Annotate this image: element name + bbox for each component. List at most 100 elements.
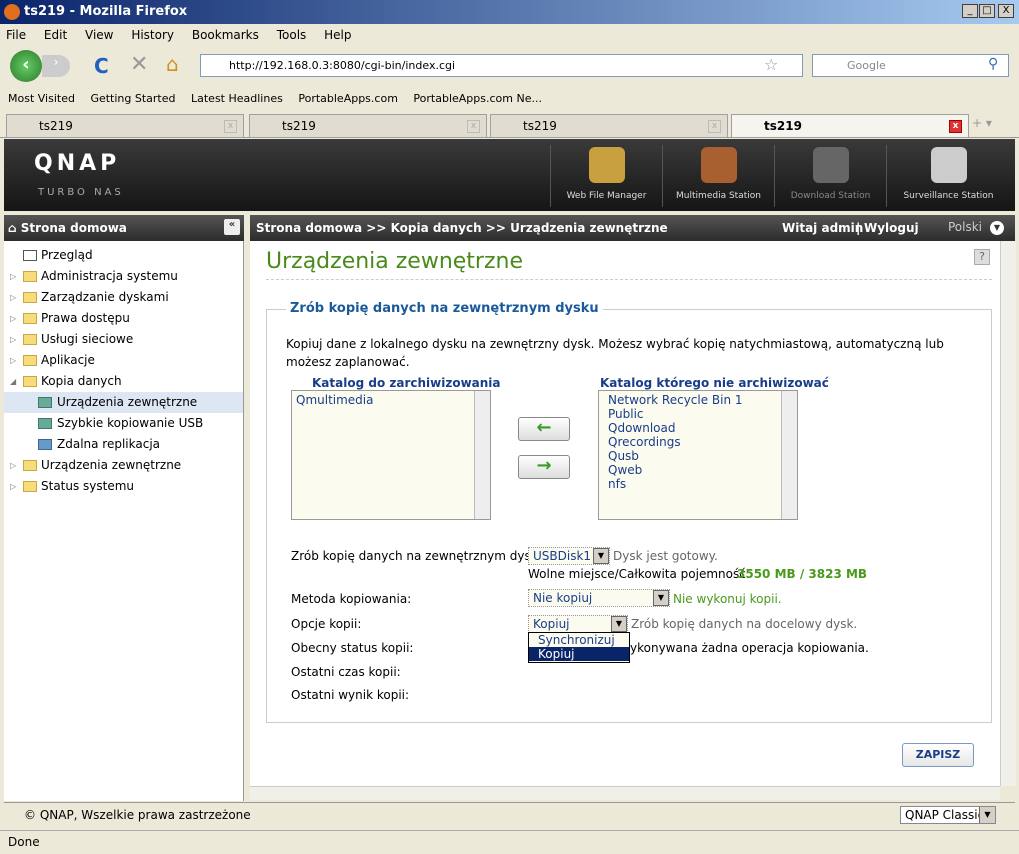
scrollbar[interactable] [781,391,797,519]
list-item[interactable]: nfs [608,477,793,491]
list-item[interactable]: Qmultimedia [296,393,486,407]
sidebar-item-kopia[interactable]: ◢ Kopia danych [4,371,243,392]
search-input[interactable]: Google [812,54,1009,77]
vertical-scrollbar[interactable] [1000,241,1016,786]
sidebar-item-aplikacje[interactable]: ▷ Aplikacje [4,350,243,371]
sidebar-item-uslugi[interactable]: ▷ Usługi sieciowe [4,329,243,350]
close-tab-icon[interactable]: x [949,120,962,133]
bookmark-portableapps-news[interactable]: PortableApps.com Ne... [413,92,542,105]
sidebar-item-dyski[interactable]: ▷ Zarządzanie dyskami [4,287,243,308]
camera-icon [930,147,967,183]
dropdown-arrow-icon[interactable]: ▼ [611,616,627,632]
expand-icon[interactable]: ▷ [10,476,16,497]
menu-tools[interactable]: Tools [277,28,307,42]
qnap-header: QNAP TURBO NAS Web File Manager Multimed… [4,139,1015,211]
expand-icon[interactable]: ▷ [10,308,16,329]
expand-icon[interactable]: ▷ [10,350,16,371]
language-select[interactable]: Polski [948,220,982,234]
sidebar-item-status[interactable]: ▷ Status systemu [4,476,243,497]
reload-icon[interactable]: C [94,54,109,78]
list-item[interactable]: Qrecordings [608,435,793,449]
dropdown-arrow-icon[interactable]: ▼ [653,590,669,606]
list-item[interactable]: Qusb [608,449,793,463]
move-right-button[interactable]: → [518,455,570,479]
bookmark-getting-started[interactable]: Getting Started [90,92,175,105]
expand-icon[interactable]: ▷ [10,287,16,308]
dropdown-arrow-icon[interactable]: ▼ [979,807,995,823]
move-left-button[interactable]: ← [518,417,570,441]
tab[interactable]: ts219 x [490,114,728,138]
list-item[interactable]: Public [608,407,793,421]
menu-file[interactable]: File [6,28,26,42]
multimedia-station-button[interactable]: Multimedia Station [662,145,774,207]
list-item[interactable]: Qdownload [608,421,793,435]
save-button[interactable]: ZAPISZ [902,743,974,767]
tab[interactable]: ts219 x [6,114,244,138]
web-file-manager-button[interactable]: Web File Manager [550,145,662,207]
menu-history[interactable]: History [131,28,174,42]
surveillance-station-button[interactable]: Surveillance Station [886,145,1010,207]
theme-select[interactable]: QNAP Classic ▼ [900,806,996,824]
sidebar-item-przeglad[interactable]: Przegląd [4,245,243,266]
home-icon[interactable]: ⌂ [166,52,179,76]
bookmark-portableapps[interactable]: PortableApps.com [298,92,398,105]
sidebar-item-urzadzenia-zewnetrzne[interactable]: Urządzenia zewnętrzne [4,392,243,413]
expand-icon[interactable]: ▷ [10,455,16,476]
menu-edit[interactable]: Edit [44,28,67,42]
collapse-icon[interactable]: ◢ [10,371,16,392]
sidebar-item-label: Prawa dostępu [41,311,130,325]
list-item[interactable]: Qweb [608,463,793,477]
horizontal-scrollbar[interactable] [250,786,1000,800]
options-select[interactable]: Kopiuj ▼ [528,615,628,633]
sidebar-item-label: Zarządzanie dyskami [41,290,169,304]
scrollbar[interactable] [474,391,490,519]
sidebar-item-prawa[interactable]: ▷ Prawa dostępu [4,308,243,329]
download-station-button[interactable]: Download Station [774,145,886,207]
sidebar-item-replikacja[interactable]: Zdalna replikacja [4,434,243,455]
close-tab-icon[interactable]: x [708,120,721,133]
collapse-sidebar-icon[interactable]: « [224,219,240,235]
url-input[interactable]: http://192.168.0.3:8080/cgi-bin/index.cg… [200,54,803,77]
maximize-button[interactable]: □ [979,4,995,18]
sidebar-item-label: Zdalna replikacja [57,437,161,451]
back-button[interactable]: ‹ [10,50,42,82]
language-dropdown-icon[interactable]: ▼ [990,221,1004,235]
sidebar-item-usb[interactable]: Szybkie kopiowanie USB [4,413,243,434]
status-label: Obecny status kopii: [291,641,414,655]
new-tab-button[interactable]: + ▾ [972,116,992,130]
search-icon[interactable]: ⚲ [988,56,998,72]
breadcrumb-bar: Strona domowa >> Kopia danych >> Urządze… [250,215,1015,241]
disk-value: USBDisk1 [533,549,592,563]
menu-view[interactable]: View [85,28,113,42]
app-label: Multimedia Station [676,191,761,201]
minimize-button[interactable]: _ [962,4,978,18]
include-list[interactable]: Qmultimedia [291,390,491,520]
bookmark-latest-headlines[interactable]: Latest Headlines [191,92,283,105]
sidebar-item-administracja[interactable]: ▷ Administracja systemu [4,266,243,287]
dropdown-arrow-icon[interactable]: ▼ [593,548,609,564]
expand-icon[interactable]: ▷ [10,329,16,350]
logout-link[interactable]: Wyloguj [864,221,919,235]
forward-button[interactable]: › [42,55,70,77]
option-synchronizuj[interactable]: Synchronizuj [529,633,629,647]
option-kopiuj[interactable]: Kopiuj [529,647,629,661]
tab-active[interactable]: ts219 x [731,114,969,138]
bookmark-most-visited[interactable]: Most Visited [8,92,75,105]
method-select[interactable]: Nie kopiuj ▼ [528,589,670,607]
menu-help[interactable]: Help [324,28,351,42]
tab[interactable]: ts219 x [249,114,487,138]
expand-icon[interactable]: ▷ [10,266,16,287]
close-tab-icon[interactable]: x [467,120,480,133]
sidebar-title[interactable]: Strona domowa [21,221,127,235]
help-icon[interactable]: ? [974,249,990,265]
disk-select[interactable]: USBDisk1 ▼ [528,547,610,565]
menu-bookmarks[interactable]: Bookmarks [192,28,259,42]
bookmark-star-icon[interactable]: ☆ [764,55,778,74]
list-item[interactable]: Network Recycle Bin 1 [608,393,793,407]
close-window-button[interactable]: X [998,4,1014,18]
sidebar-item-urzadzenia[interactable]: ▷ Urządzenia zewnętrzne [4,455,243,476]
close-tab-icon[interactable]: x [224,120,237,133]
options-dropdown[interactable]: Synchronizuj Kopiuj [528,632,630,663]
stop-icon[interactable]: ✕ [130,52,148,77]
exclude-list[interactable]: Network Recycle Bin 1 Public Qdownload Q… [598,390,798,520]
